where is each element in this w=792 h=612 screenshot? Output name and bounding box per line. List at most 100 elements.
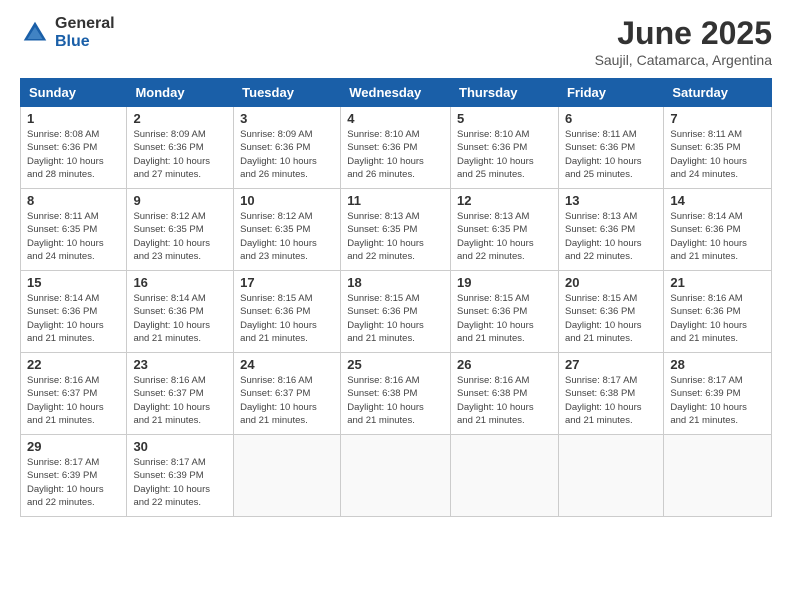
weekday-header-monday: Monday: [127, 79, 234, 107]
calendar-cell: 9 Sunrise: 8:12 AM Sunset: 6:35 PM Daylig…: [127, 189, 234, 271]
day-number: 13: [565, 193, 657, 208]
calendar-cell: 23 Sunrise: 8:16 AM Sunset: 6:37 PM Dayli…: [127, 353, 234, 435]
calendar-cell: 12Sunrise: 8:13 AM Sunset: 6:35 PM Dayli…: [451, 189, 559, 271]
calendar-cell: 24 Sunrise: 8:16 AM Sunset: 6:37 PM Dayli…: [234, 353, 341, 435]
page-header: General Blue June 2025 Saujil, Catamarca…: [20, 15, 772, 68]
calendar-cell: 8 Sunrise: 8:11 AM Sunset: 6:35 PM Daylig…: [21, 189, 127, 271]
weekday-header-sunday: Sunday: [21, 79, 127, 107]
calendar-cell: [558, 435, 663, 517]
day-number: 10: [240, 193, 334, 208]
calendar-cell: 27 Sunrise: 8:17 AM Sunset: 6:38 PM Dayli…: [558, 353, 663, 435]
day-info: Sunrise: 8:15 AM Sunset: 6:36 PM Dayligh…: [457, 292, 552, 345]
calendar-cell: 11 Sunrise: 8:13 AM Sunset: 6:35 PM Dayli…: [341, 189, 451, 271]
week-row-4: 22 Sunrise: 8:16 AM Sunset: 6:37 PM Dayli…: [21, 353, 772, 435]
day-info: Sunrise: 8:17 AM Sunset: 6:39 PM Dayligh…: [133, 456, 227, 509]
calendar-cell: 20 Sunrise: 8:15 AM Sunset: 6:36 PM Dayli…: [558, 271, 663, 353]
day-number: 4: [347, 111, 444, 126]
day-info: Sunrise: 8:15 AM Sunset: 6:36 PM Dayligh…: [347, 292, 444, 345]
calendar-cell: 3 Sunrise: 8:09 AM Sunset: 6:36 PM Daylig…: [234, 107, 341, 189]
calendar-cell: 29 Sunrise: 8:17 AM Sunset: 6:39 PM Dayli…: [21, 435, 127, 517]
logo-text: General Blue: [55, 15, 115, 50]
day-number: 6: [565, 111, 657, 126]
calendar-cell: 2Sunrise: 8:09 AM Sunset: 6:36 PM Daylig…: [127, 107, 234, 189]
day-number: 14: [670, 193, 765, 208]
week-row-1: 1 Sunrise: 8:08 AM Sunset: 6:36 PM Daylig…: [21, 107, 772, 189]
day-info: Sunrise: 8:11 AM Sunset: 6:36 PM Dayligh…: [565, 128, 657, 181]
day-info: Sunrise: 8:17 AM Sunset: 6:39 PM Dayligh…: [27, 456, 120, 509]
day-number: 26: [457, 357, 552, 372]
month-year-title: June 2025: [595, 15, 772, 52]
day-info: Sunrise: 8:14 AM Sunset: 6:36 PM Dayligh…: [27, 292, 120, 345]
day-number: 9: [133, 193, 227, 208]
logo: General Blue: [20, 15, 115, 50]
calendar-cell: [664, 435, 772, 517]
day-info: Sunrise: 8:13 AM Sunset: 6:35 PM Dayligh…: [347, 210, 444, 263]
week-row-3: 15 Sunrise: 8:14 AM Sunset: 6:36 PM Dayli…: [21, 271, 772, 353]
weekday-header-friday: Friday: [558, 79, 663, 107]
day-number: 19: [457, 275, 552, 290]
calendar-cell: 28 Sunrise: 8:17 AM Sunset: 6:39 PM Dayli…: [664, 353, 772, 435]
day-number: 20: [565, 275, 657, 290]
weekday-header-saturday: Saturday: [664, 79, 772, 107]
day-info: Sunrise: 8:16 AM Sunset: 6:37 PM Dayligh…: [240, 374, 334, 427]
calendar-cell: [341, 435, 451, 517]
day-info: Sunrise: 8:16 AM Sunset: 6:38 PM Dayligh…: [347, 374, 444, 427]
day-info: Sunrise: 8:16 AM Sunset: 6:37 PM Dayligh…: [133, 374, 227, 427]
day-number: 17: [240, 275, 334, 290]
day-number: 22: [27, 357, 120, 372]
calendar-cell: 22 Sunrise: 8:16 AM Sunset: 6:37 PM Dayli…: [21, 353, 127, 435]
day-number: 3: [240, 111, 334, 126]
calendar-cell: 10 Sunrise: 8:12 AM Sunset: 6:35 PM Dayli…: [234, 189, 341, 271]
logo-blue: Blue: [55, 33, 115, 51]
day-number: 16: [133, 275, 227, 290]
calendar-cell: 4Sunrise: 8:10 AM Sunset: 6:36 PM Daylig…: [341, 107, 451, 189]
calendar-cell: 7 Sunrise: 8:11 AM Sunset: 6:35 PM Daylig…: [664, 107, 772, 189]
day-info: Sunrise: 8:09 AM Sunset: 6:36 PM Dayligh…: [240, 128, 334, 181]
day-number: 27: [565, 357, 657, 372]
day-number: 30: [133, 439, 227, 454]
day-number: 28: [670, 357, 765, 372]
day-number: 1: [27, 111, 120, 126]
day-number: 23: [133, 357, 227, 372]
location-subtitle: Saujil, Catamarca, Argentina: [595, 52, 772, 68]
calendar-table: SundayMondayTuesdayWednesdayThursdayFrid…: [20, 78, 772, 517]
day-info: Sunrise: 8:17 AM Sunset: 6:38 PM Dayligh…: [565, 374, 657, 427]
day-number: 7: [670, 111, 765, 126]
day-info: Sunrise: 8:14 AM Sunset: 6:36 PM Dayligh…: [670, 210, 765, 263]
day-info: Sunrise: 8:12 AM Sunset: 6:35 PM Dayligh…: [133, 210, 227, 263]
calendar-cell: 13Sunrise: 8:13 AM Sunset: 6:36 PM Dayli…: [558, 189, 663, 271]
day-info: Sunrise: 8:08 AM Sunset: 6:36 PM Dayligh…: [27, 128, 120, 181]
calendar-page: General Blue June 2025 Saujil, Catamarca…: [0, 0, 792, 612]
calendar-cell: 16Sunrise: 8:14 AM Sunset: 6:36 PM Dayli…: [127, 271, 234, 353]
calendar-cell: 21Sunrise: 8:16 AM Sunset: 6:36 PM Dayli…: [664, 271, 772, 353]
day-number: 29: [27, 439, 120, 454]
calendar-cell: 25 Sunrise: 8:16 AM Sunset: 6:38 PM Dayli…: [341, 353, 451, 435]
weekday-header-wednesday: Wednesday: [341, 79, 451, 107]
calendar-cell: [451, 435, 559, 517]
day-info: Sunrise: 8:15 AM Sunset: 6:36 PM Dayligh…: [240, 292, 334, 345]
day-info: Sunrise: 8:11 AM Sunset: 6:35 PM Dayligh…: [670, 128, 765, 181]
day-info: Sunrise: 8:15 AM Sunset: 6:36 PM Dayligh…: [565, 292, 657, 345]
day-number: 24: [240, 357, 334, 372]
day-info: Sunrise: 8:16 AM Sunset: 6:36 PM Dayligh…: [670, 292, 765, 345]
calendar-cell: 15 Sunrise: 8:14 AM Sunset: 6:36 PM Dayli…: [21, 271, 127, 353]
day-info: Sunrise: 8:12 AM Sunset: 6:35 PM Dayligh…: [240, 210, 334, 263]
day-info: Sunrise: 8:17 AM Sunset: 6:39 PM Dayligh…: [670, 374, 765, 427]
weekday-header-thursday: Thursday: [451, 79, 559, 107]
calendar-cell: 17 Sunrise: 8:15 AM Sunset: 6:36 PM Dayli…: [234, 271, 341, 353]
day-number: 8: [27, 193, 120, 208]
day-number: 11: [347, 193, 444, 208]
calendar-cell: 18 Sunrise: 8:15 AM Sunset: 6:36 PM Dayli…: [341, 271, 451, 353]
calendar-cell: 5Sunrise: 8:10 AM Sunset: 6:36 PM Daylig…: [451, 107, 559, 189]
calendar-cell: 19 Sunrise: 8:15 AM Sunset: 6:36 PM Dayli…: [451, 271, 559, 353]
day-number: 18: [347, 275, 444, 290]
weekday-header-row: SundayMondayTuesdayWednesdayThursdayFrid…: [21, 79, 772, 107]
day-number: 25: [347, 357, 444, 372]
day-info: Sunrise: 8:13 AM Sunset: 6:35 PM Dayligh…: [457, 210, 552, 263]
calendar-cell: 30 Sunrise: 8:17 AM Sunset: 6:39 PM Dayli…: [127, 435, 234, 517]
logo-icon: [20, 18, 50, 48]
day-number: 2: [133, 111, 227, 126]
day-number: 15: [27, 275, 120, 290]
day-info: Sunrise: 8:16 AM Sunset: 6:37 PM Dayligh…: [27, 374, 120, 427]
day-info: Sunrise: 8:11 AM Sunset: 6:35 PM Dayligh…: [27, 210, 120, 263]
